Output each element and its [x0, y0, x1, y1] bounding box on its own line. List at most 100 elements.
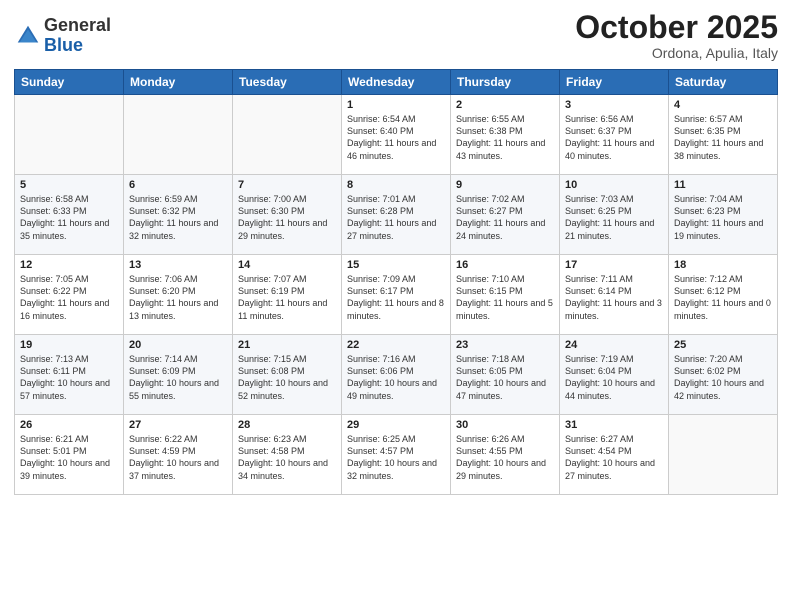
cell-text: Sunrise: 6:54 AM Sunset: 6:40 PM Dayligh… [347, 113, 445, 162]
day-number: 8 [347, 179, 445, 191]
day-number: 9 [456, 179, 554, 191]
calendar-cell: 31 Sunrise: 6:27 AM Sunset: 4:54 PM Dayli… [560, 415, 669, 495]
cell-text: Sunrise: 7:20 AM Sunset: 6:02 PM Dayligh… [674, 353, 772, 402]
day-number: 11 [674, 179, 772, 191]
calendar-cell: 2 Sunrise: 6:55 AM Sunset: 6:38 PM Daylig… [451, 95, 560, 175]
day-number: 19 [20, 339, 118, 351]
calendar-cell: 13 Sunrise: 7:06 AM Sunset: 6:20 PM Dayli… [124, 255, 233, 335]
calendar-cell: 8 Sunrise: 7:01 AM Sunset: 6:28 PM Daylig… [342, 175, 451, 255]
calendar-cell: 4 Sunrise: 6:57 AM Sunset: 6:35 PM Daylig… [669, 95, 778, 175]
col-wednesday: Wednesday [342, 70, 451, 95]
month-title: October 2025 [575, 10, 778, 45]
calendar-cell: 14 Sunrise: 7:07 AM Sunset: 6:19 PM Dayli… [233, 255, 342, 335]
cell-text: Sunrise: 7:14 AM Sunset: 6:09 PM Dayligh… [129, 353, 227, 402]
cell-text: Sunrise: 6:27 AM Sunset: 4:54 PM Dayligh… [565, 433, 663, 482]
day-number: 12 [20, 259, 118, 271]
day-number: 5 [20, 179, 118, 191]
calendar-cell: 30 Sunrise: 6:26 AM Sunset: 4:55 PM Dayli… [451, 415, 560, 495]
calendar: Sunday Monday Tuesday Wednesday Thursday… [14, 69, 778, 495]
cell-text: Sunrise: 7:06 AM Sunset: 6:20 PM Dayligh… [129, 273, 227, 322]
calendar-cell: 20 Sunrise: 7:14 AM Sunset: 6:09 PM Dayli… [124, 335, 233, 415]
cell-text: Sunrise: 7:02 AM Sunset: 6:27 PM Dayligh… [456, 193, 554, 242]
calendar-week-4: 19 Sunrise: 7:13 AM Sunset: 6:11 PM Dayli… [15, 335, 778, 415]
day-number: 23 [456, 339, 554, 351]
logo-blue: Blue [44, 36, 111, 56]
day-number: 16 [456, 259, 554, 271]
cell-text: Sunrise: 6:55 AM Sunset: 6:38 PM Dayligh… [456, 113, 554, 162]
day-number: 18 [674, 259, 772, 271]
cell-text: Sunrise: 7:07 AM Sunset: 6:19 PM Dayligh… [238, 273, 336, 322]
day-number: 6 [129, 179, 227, 191]
logo-icon [14, 22, 42, 50]
cell-text: Sunrise: 7:05 AM Sunset: 6:22 PM Dayligh… [20, 273, 118, 322]
location: Ordona, Apulia, Italy [575, 45, 778, 61]
calendar-cell [669, 415, 778, 495]
logo-general: General [44, 16, 111, 36]
calendar-cell: 27Sunrise: 6:22 AM Sunset: 4:59 PM Dayli… [124, 415, 233, 495]
calendar-cell: 6 Sunrise: 6:59 AM Sunset: 6:32 PM Daylig… [124, 175, 233, 255]
cell-text: Sunrise: 6:23 AM Sunset: 4:58 PM Dayligh… [238, 433, 336, 482]
cell-text: Sunrise: 6:56 AM Sunset: 6:37 PM Dayligh… [565, 113, 663, 162]
cell-text: Sunrise: 7:00 AM Sunset: 6:30 PM Dayligh… [238, 193, 336, 242]
calendar-cell [15, 95, 124, 175]
day-number: 26 [20, 419, 118, 431]
cell-text: Sunrise: 7:11 AM Sunset: 6:14 PM Dayligh… [565, 273, 663, 322]
col-saturday: Saturday [669, 70, 778, 95]
calendar-week-3: 12 Sunrise: 7:05 AM Sunset: 6:22 PM Dayli… [15, 255, 778, 335]
col-friday: Friday [560, 70, 669, 95]
cell-text: Sunrise: 6:26 AM Sunset: 4:55 PM Dayligh… [456, 433, 554, 482]
cell-text: Sunrise: 7:09 AM Sunset: 6:17 PM Dayligh… [347, 273, 445, 322]
cell-text: Sunrise: 7:16 AM Sunset: 6:06 PM Dayligh… [347, 353, 445, 402]
title-block: October 2025 Ordona, Apulia, Italy [575, 10, 778, 61]
calendar-cell: 24Sunrise: 7:19 AM Sunset: 6:04 PM Dayli… [560, 335, 669, 415]
calendar-cell [124, 95, 233, 175]
calendar-cell: 26 Sunrise: 6:21 AM Sunset: 5:01 PM Dayli… [15, 415, 124, 495]
cell-text: Sunrise: 6:59 AM Sunset: 6:32 PM Dayligh… [129, 193, 227, 242]
day-number: 17 [565, 259, 663, 271]
cell-text: Sunrise: 6:21 AM Sunset: 5:01 PM Dayligh… [20, 433, 118, 482]
calendar-cell: 16 Sunrise: 7:10 AM Sunset: 6:15 PM Dayli… [451, 255, 560, 335]
day-number: 13 [129, 259, 227, 271]
calendar-cell: 19 Sunrise: 7:13 AM Sunset: 6:11 PM Dayli… [15, 335, 124, 415]
day-number: 22 [347, 339, 445, 351]
calendar-cell: 17 Sunrise: 7:11 AM Sunset: 6:14 PM Dayli… [560, 255, 669, 335]
day-number: 2 [456, 99, 554, 111]
col-monday: Monday [124, 70, 233, 95]
calendar-week-2: 5 Sunrise: 6:58 AM Sunset: 6:33 PM Daylig… [15, 175, 778, 255]
day-number: 7 [238, 179, 336, 191]
cell-text: Sunrise: 6:57 AM Sunset: 6:35 PM Dayligh… [674, 113, 772, 162]
day-number: 20 [129, 339, 227, 351]
cell-text: Sunrise: 7:01 AM Sunset: 6:28 PM Dayligh… [347, 193, 445, 242]
cell-text: Sunrise: 7:18 AM Sunset: 6:05 PM Dayligh… [456, 353, 554, 402]
day-number: 31 [565, 419, 663, 431]
day-number: 15 [347, 259, 445, 271]
day-number: 21 [238, 339, 336, 351]
calendar-cell: 15 Sunrise: 7:09 AM Sunset: 6:17 PM Dayli… [342, 255, 451, 335]
calendar-week-1: 1Sunrise: 6:54 AM Sunset: 6:40 PM Daylig… [15, 95, 778, 175]
day-number: 14 [238, 259, 336, 271]
calendar-week-5: 26 Sunrise: 6:21 AM Sunset: 5:01 PM Dayli… [15, 415, 778, 495]
cell-text: Sunrise: 6:58 AM Sunset: 6:33 PM Dayligh… [20, 193, 118, 242]
day-number: 4 [674, 99, 772, 111]
calendar-cell: 23 Sunrise: 7:18 AM Sunset: 6:05 PM Dayli… [451, 335, 560, 415]
cell-text: Sunrise: 7:10 AM Sunset: 6:15 PM Dayligh… [456, 273, 554, 322]
calendar-cell: 5 Sunrise: 6:58 AM Sunset: 6:33 PM Daylig… [15, 175, 124, 255]
logo: General Blue [14, 16, 111, 56]
calendar-cell: 3Sunrise: 6:56 AM Sunset: 6:37 PM Daylig… [560, 95, 669, 175]
logo-text: General Blue [44, 16, 111, 56]
calendar-cell: 21 Sunrise: 7:15 AM Sunset: 6:08 PM Dayli… [233, 335, 342, 415]
calendar-cell: 10Sunrise: 7:03 AM Sunset: 6:25 PM Dayli… [560, 175, 669, 255]
day-number: 28 [238, 419, 336, 431]
day-number: 30 [456, 419, 554, 431]
col-sunday: Sunday [15, 70, 124, 95]
calendar-cell: 7 Sunrise: 7:00 AM Sunset: 6:30 PM Daylig… [233, 175, 342, 255]
calendar-cell: 11Sunrise: 7:04 AM Sunset: 6:23 PM Dayli… [669, 175, 778, 255]
calendar-cell [233, 95, 342, 175]
cell-text: Sunrise: 7:15 AM Sunset: 6:08 PM Dayligh… [238, 353, 336, 402]
page: General Blue October 2025 Ordona, Apulia… [0, 0, 792, 612]
calendar-cell: 25Sunrise: 7:20 AM Sunset: 6:02 PM Dayli… [669, 335, 778, 415]
calendar-cell: 18 Sunrise: 7:12 AM Sunset: 6:12 PM Dayli… [669, 255, 778, 335]
cell-text: Sunrise: 7:12 AM Sunset: 6:12 PM Dayligh… [674, 273, 772, 322]
cell-text: Sunrise: 7:13 AM Sunset: 6:11 PM Dayligh… [20, 353, 118, 402]
calendar-cell: 22 Sunrise: 7:16 AM Sunset: 6:06 PM Dayli… [342, 335, 451, 415]
